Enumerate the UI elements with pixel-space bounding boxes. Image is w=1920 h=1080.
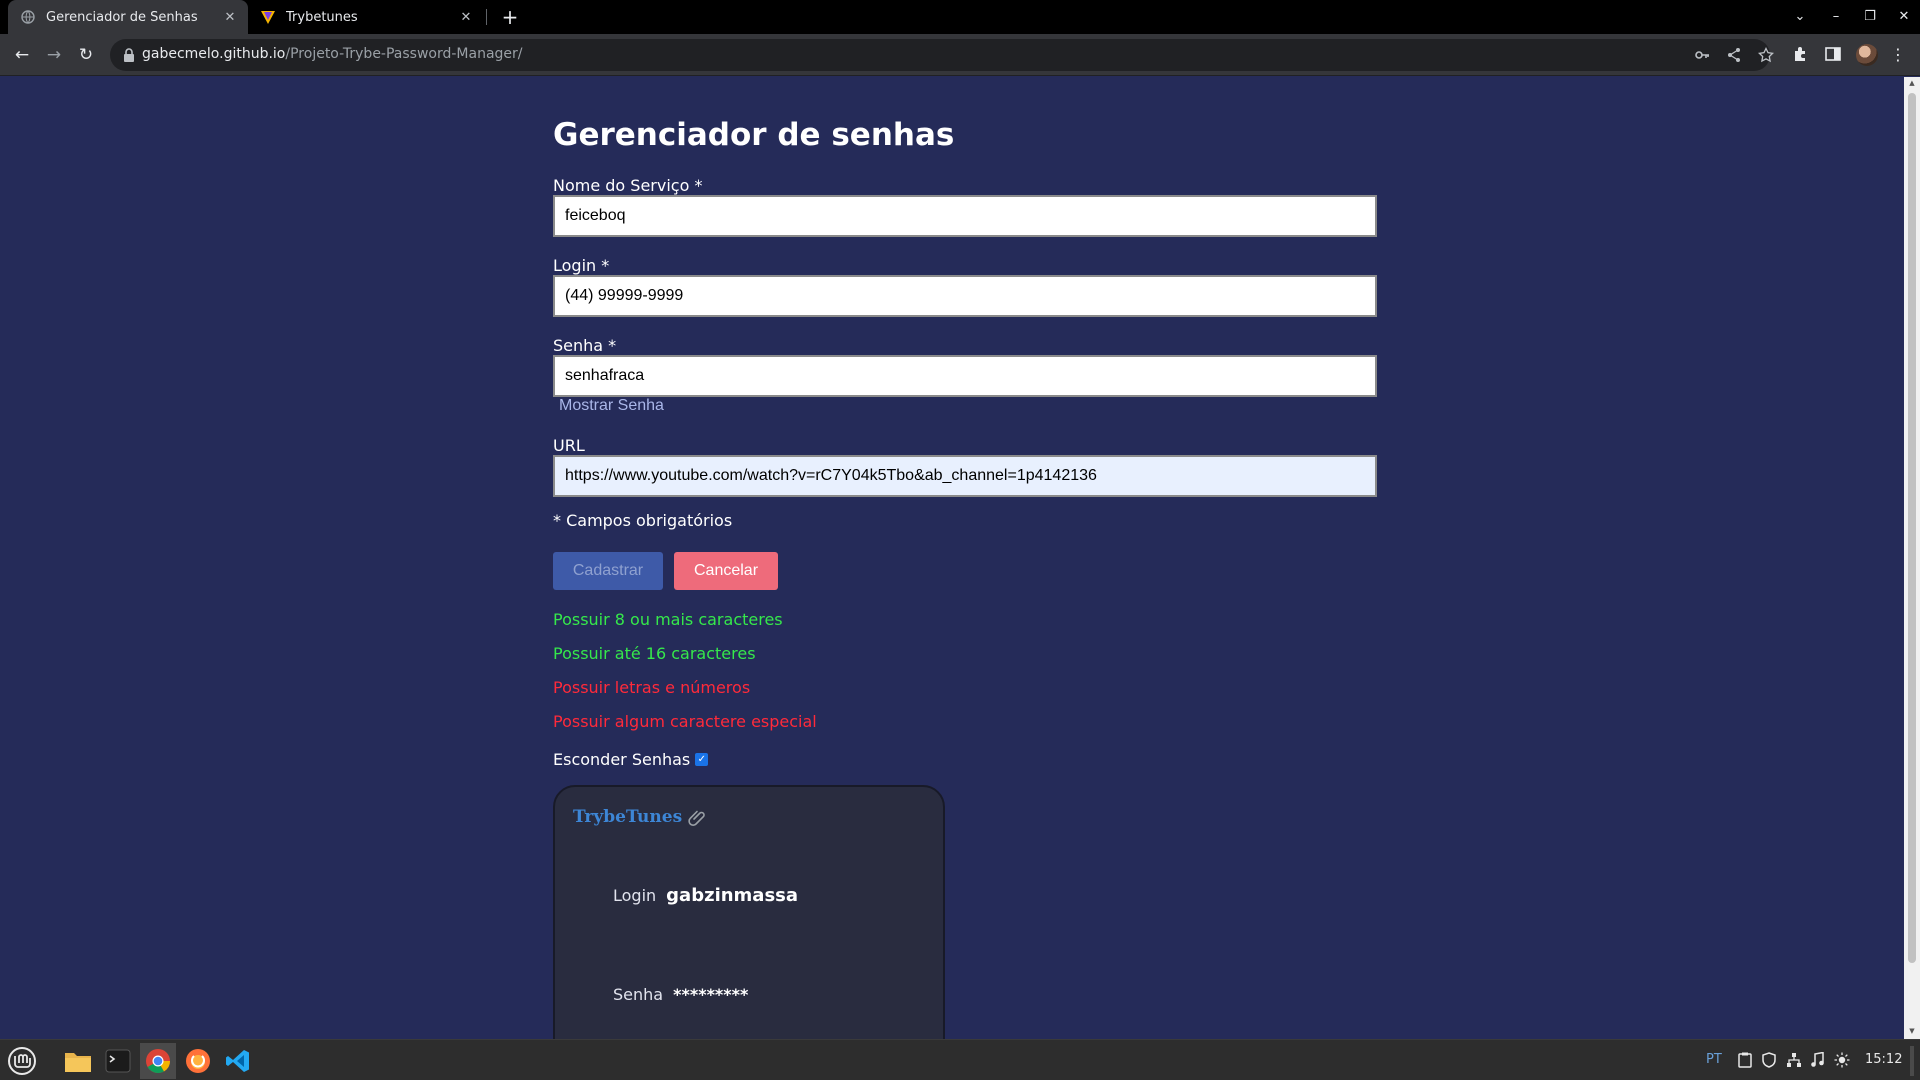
scroll-up-arrow-icon[interactable]: ▲ [1908,79,1916,87]
keyboard-language-indicator[interactable]: PT [1706,1051,1722,1069]
submit-button[interactable]: Cadastrar [553,552,663,590]
extensions-puzzle-icon[interactable] [1792,45,1812,65]
password-label: Senha * [553,336,617,355]
entry-login-label: Login [613,886,657,905]
tab-search-chevron-icon[interactable]: ⌄ [1790,7,1810,27]
side-panel-icon[interactable] [1824,45,1844,65]
rule-letters-numbers: Possuir letras e números [553,678,751,697]
scrollbar-thumb[interactable] [1908,93,1916,963]
service-name-label: Nome do Serviço * [553,176,703,195]
entry-login-row: Login gabzinmassa [613,885,798,906]
entry-login-value: gabzinmassa [666,885,799,906]
music-note-icon[interactable] [1810,1051,1826,1068]
entry-password-label: Senha [613,985,664,1004]
url-path: /Projeto-Trybe-Password-Manager/ [285,46,523,62]
password-input[interactable]: senhafraca [553,355,1377,397]
mint-menu-icon[interactable] [4,1043,40,1079]
show-desktop-strip[interactable] [1910,1046,1914,1076]
tab-title: Gerenciador de Senhas [46,9,198,25]
required-fields-note: * Campos obrigatórios [553,511,733,530]
tab-trybetunes[interactable]: Trybetunes ✕ [248,0,484,34]
hide-passwords-checkbox[interactable]: ✓ [695,753,709,766]
network-icon[interactable] [1786,1052,1802,1068]
entry-password-value: ********* [673,985,749,1004]
brightness-icon[interactable] [1834,1052,1850,1068]
key-icon[interactable] [1694,47,1710,63]
close-window-icon[interactable]: ✕ [1894,7,1914,27]
login-label: Login * [553,256,610,275]
saved-password-card: TrybeTunes Login gabzinmassa Senha *****… [553,785,945,1039]
share-icon[interactable] [1726,47,1742,63]
trybetunes-logo-icon [260,9,276,25]
terminal-icon[interactable] [100,1043,136,1079]
browser-tab-bar: Gerenciador de Senhas ✕ Trybetunes ✕ + ⌄… [0,0,1920,34]
bookmark-star-icon[interactable] [1757,46,1775,63]
page-title: Gerenciador de senhas [553,117,955,153]
url-label: URL [553,436,585,455]
rule-max-length: Possuir até 16 caracteres [553,644,756,663]
reload-icon[interactable]: ↻ [74,43,98,67]
restore-icon[interactable]: ❐ [1860,7,1880,27]
tab-separator [486,9,487,25]
minimize-icon[interactable]: – [1826,7,1846,27]
login-input[interactable]: (44) 99999-9999 [553,275,1377,317]
chrome-icon[interactable] [140,1043,176,1079]
service-name-input[interactable]: feiceboq [553,195,1377,237]
forward-arrow-icon[interactable]: → [42,43,66,67]
url-host: gabecmelo.github.io [142,46,286,62]
firefox-icon[interactable] [180,1043,216,1079]
rule-min-length: Possuir 8 ou mais caracteres [553,610,783,629]
rule-special-char: Possuir algum caractere especial [553,712,817,731]
profile-avatar[interactable] [1856,44,1878,66]
address-bar[interactable]: gabecmelo.github.io/Projeto-Trybe-Passwo… [110,39,1775,71]
tab-gerenciador[interactable]: Gerenciador de Senhas ✕ [8,0,248,34]
hide-passwords-label: Esconder Senhas [553,750,691,769]
paperclip-icon [688,808,706,826]
back-arrow-icon[interactable]: ← [10,43,34,67]
shield-icon[interactable] [1762,1052,1778,1068]
browser-toolbar: ← → ↻ gabecmelo.github.io/Projeto-Trybe-… [0,34,1920,76]
url-text[interactable]: gabecmelo.github.io/Projeto-Trybe-Passwo… [142,46,523,62]
vscode-icon[interactable] [220,1043,256,1079]
close-tab-icon[interactable]: ✕ [456,10,476,25]
url-input[interactable]: https://www.youtube.com/watch?v=rC7Y04k5… [553,455,1377,497]
close-tab-icon[interactable]: ✕ [220,10,240,25]
cancel-button[interactable]: Cancelar [674,552,778,590]
hide-passwords-toggle[interactable]: Esconder Senhas ✓ [553,750,709,769]
globe-icon [20,9,36,25]
page-scrollbar[interactable]: ▲ ▼ [1904,77,1920,1039]
entry-password-row: Senha ********* [613,985,748,1004]
show-password-button[interactable]: Mostrar Senha [559,397,664,415]
service-link-text: TrybeTunes [573,807,683,827]
files-folder-icon[interactable] [60,1043,96,1079]
new-tab-plus-icon[interactable]: + [498,5,522,29]
scroll-down-arrow-icon[interactable]: ▼ [1908,1027,1916,1035]
page-viewport: Gerenciador de senhas Nome do Serviço * … [0,77,1904,1039]
os-taskbar: PT 15:12 [0,1039,1920,1080]
tab-title: Trybetunes [286,9,358,25]
clock[interactable]: 15:12 [1865,1051,1902,1069]
clipboard-icon[interactable] [1738,1052,1754,1068]
service-link[interactable]: TrybeTunes [573,807,706,827]
lock-icon[interactable] [122,47,138,63]
browser-menu-icon[interactable]: ⋮ [1890,44,1906,66]
